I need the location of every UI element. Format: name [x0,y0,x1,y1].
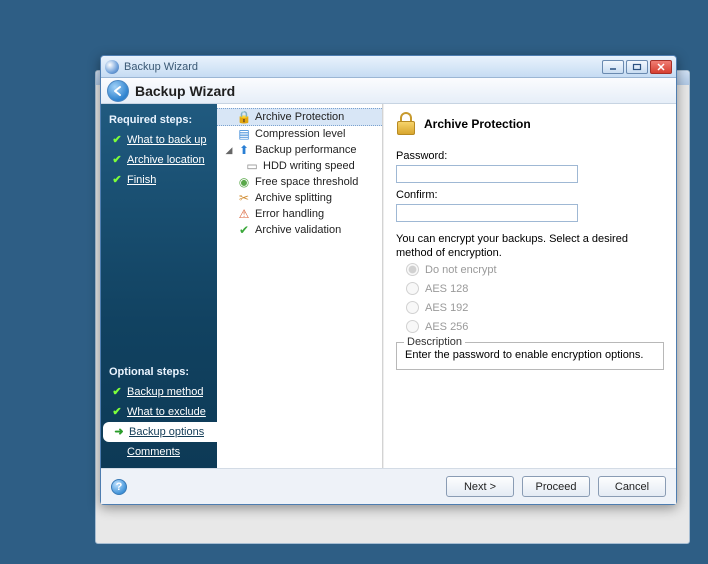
step-label: Comments [127,444,180,460]
collapse-icon[interactable]: ◢ [225,145,233,156]
back-button[interactable] [107,80,129,102]
lock-icon [396,112,418,136]
arrow-left-icon [112,85,124,97]
check-icon: ✔ [111,152,123,168]
disk-icon: ◉ [237,175,251,189]
settings-panel: Archive Protection Password: Confirm: Yo… [383,104,676,468]
encryption-hint: You can encrypt your backups. Select a d… [396,232,664,260]
tree-compression-level[interactable]: ▤ Compression level [217,126,382,142]
radio-label: AES 128 [425,283,468,295]
check-icon: ✔ [111,404,123,420]
description-box: Description Enter the password to enable… [396,342,664,370]
step-label: Backup options [129,424,204,440]
panel-title: Archive Protection [424,117,531,131]
tree-label: Archive validation [255,224,341,236]
tree-label: Backup performance [255,144,357,156]
check-icon: ✔ [111,384,123,400]
options-tree: 🔒 Archive Protection ▤ Compression level… [217,104,383,468]
compress-icon: ▤ [237,127,251,141]
step-what-to-back-up[interactable]: ✔ What to back up [101,130,217,150]
titlebar[interactable]: Backup Wizard [101,56,676,78]
step-label: What to exclude [127,404,206,420]
tree-archive-validation[interactable]: ✔ Archive validation [217,222,382,238]
header-title: Backup Wizard [135,83,235,99]
check-icon: ✔ [111,132,123,148]
confirm-input[interactable] [396,204,578,222]
step-label: Archive location [127,152,205,168]
step-backup-options[interactable]: ➜ Backup options [103,422,217,442]
help-button[interactable]: ? [111,479,127,495]
check-icon: ✔ [111,172,123,188]
radio-do-not-encrypt[interactable]: Do not encrypt [396,260,664,279]
error-icon: ⚠ [237,207,251,221]
validate-icon: ✔ [237,223,251,237]
radio-input[interactable] [406,320,419,333]
steps-sidebar: Required steps: ✔ What to back up ✔ Arch… [101,104,217,468]
description-text: Enter the password to enable encryption … [405,349,643,361]
optional-steps-heading: Optional steps: [101,364,217,382]
close-button[interactable] [650,60,672,74]
password-input[interactable] [396,165,578,183]
tree-hdd-writing-speed[interactable]: ▭ HDD writing speed [217,158,382,174]
step-comments[interactable]: Comments [101,442,217,462]
minimize-button[interactable] [602,60,624,74]
cancel-button[interactable]: Cancel [598,476,666,497]
tree-label: Archive Protection [255,111,344,123]
next-button[interactable]: Next > [446,476,514,497]
tree-error-handling[interactable]: ⚠ Error handling [217,206,382,222]
footer-bar: ? Next > Proceed Cancel [101,468,676,504]
password-label: Password: [396,150,664,162]
wizard-window: Backup Wizard Backup Wizard Required ste… [100,55,677,505]
radio-input[interactable] [406,263,419,276]
step-label: Backup method [127,384,203,400]
tree-label: Free space threshold [255,176,358,188]
radio-label: Do not encrypt [425,264,497,276]
tree-archive-protection[interactable]: 🔒 Archive Protection [217,108,382,126]
arrow-icon: ➜ [113,424,125,440]
tree-label: Archive splitting [255,192,332,204]
step-backup-method[interactable]: ✔ Backup method [101,382,217,402]
description-legend: Description [404,336,465,348]
radio-input[interactable] [406,282,419,295]
tree-label: Compression level [255,128,345,140]
lock-icon: 🔒 [237,110,251,124]
tree-backup-performance[interactable]: ◢ ⬆ Backup performance [217,142,382,158]
window-title: Backup Wizard [124,61,602,73]
split-icon: ✂ [237,191,251,205]
hdd-icon: ▭ [245,159,259,173]
radio-aes-256[interactable]: AES 256 [396,317,664,336]
step-label: Finish [127,172,156,188]
radio-input[interactable] [406,301,419,314]
step-archive-location[interactable]: ✔ Archive location [101,150,217,170]
app-icon [105,60,119,74]
tree-free-space-threshold[interactable]: ◉ Free space threshold [217,174,382,190]
performance-icon: ⬆ [237,143,251,157]
radio-label: AES 256 [425,321,468,333]
step-finish[interactable]: ✔ Finish [101,170,217,190]
step-label: What to back up [127,132,207,148]
proceed-button[interactable]: Proceed [522,476,590,497]
tree-label: Error handling [255,208,324,220]
radio-aes-128[interactable]: AES 128 [396,279,664,298]
step-what-to-exclude[interactable]: ✔ What to exclude [101,402,217,422]
maximize-button[interactable] [626,60,648,74]
header-bar: Backup Wizard [101,78,676,104]
tree-archive-splitting[interactable]: ✂ Archive splitting [217,190,382,206]
radio-label: AES 192 [425,302,468,314]
required-steps-heading: Required steps: [101,112,217,130]
confirm-label: Confirm: [396,189,664,201]
tree-label: HDD writing speed [263,160,355,172]
radio-aes-192[interactable]: AES 192 [396,298,664,317]
